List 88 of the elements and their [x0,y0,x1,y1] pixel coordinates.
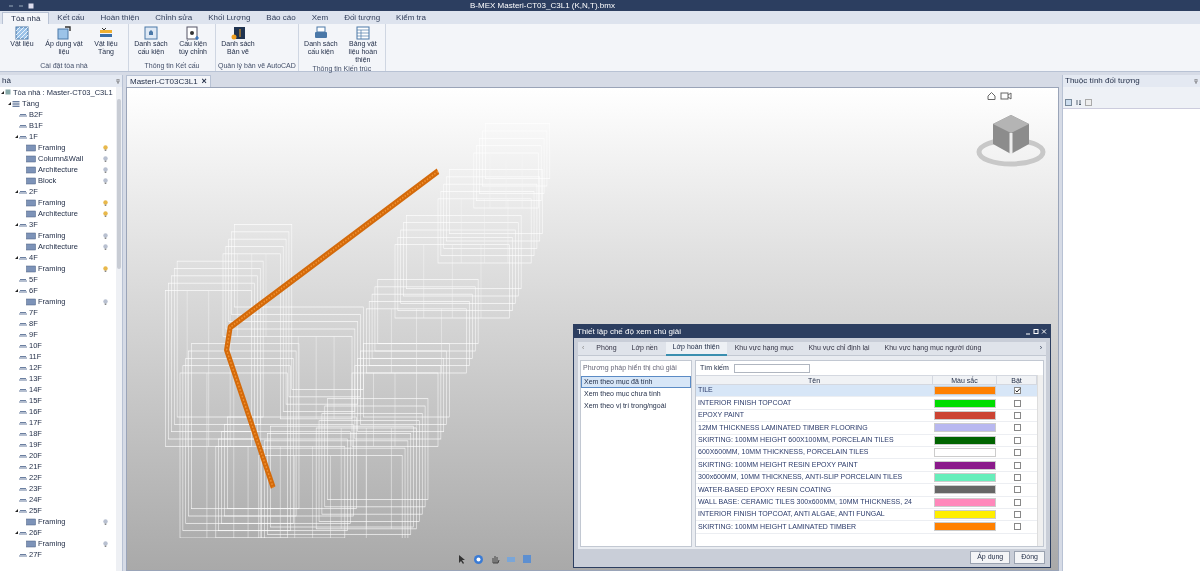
color-swatch[interactable] [934,410,996,420]
search-field[interactable] [733,363,810,373]
brush-icon [57,26,71,40]
ribbon-tab[interactable]: Xem [303,12,337,24]
ribbon-tab[interactable]: Đối tượng [336,12,389,24]
undo-icon[interactable] [8,2,14,9]
building-icon [5,88,11,97]
layer-icon [26,264,36,273]
ribbon-tab[interactable]: Chỉnh sửa [147,12,201,24]
ribbon-tab[interactable]: Tòa nhà [2,12,50,24]
expand-arrow-icon[interactable] [1,91,4,94]
dialog-title: Thiết lập chế độ xem chú giải [577,325,682,338]
color-swatch[interactable] [934,386,996,396]
checkbox[interactable] [1013,411,1021,419]
house-list-icon [144,26,158,40]
expand-arrow-icon[interactable] [15,531,18,534]
ribbon-tab[interactable]: Kiểm tra [388,12,434,24]
light-bulb-icon[interactable] [103,298,108,305]
floors-icon [12,99,20,108]
checkbox[interactable] [1013,511,1021,519]
color-swatch[interactable] [934,522,996,532]
scrollbar[interactable] [116,87,122,571]
3d-viewport[interactable] [126,87,1059,571]
window-title: B-MEX Masteri-CT03_C3L1 (K,N,T).bmx [470,0,615,11]
color-swatch[interactable] [934,435,996,445]
layer-icon [26,517,36,526]
light-bulb-icon[interactable] [103,518,108,525]
light-bulb-icon[interactable] [103,199,108,206]
expand-arrow-icon[interactable] [15,223,18,226]
light-bulb-icon[interactable] [103,166,108,173]
scrollbar[interactable] [1037,375,1043,546]
color-swatch[interactable] [934,448,996,458]
checkbox[interactable] [1013,449,1021,457]
checkbox[interactable] [1013,498,1021,506]
light-bulb-icon[interactable] [103,265,108,272]
layer-icon [26,539,36,548]
checkbox[interactable] [1013,436,1021,444]
expand-arrow-icon[interactable] [15,256,18,259]
expand-arrow-icon[interactable] [15,135,18,138]
home-icon[interactable] [987,91,996,100]
categorized-icon[interactable] [1065,99,1072,106]
checkbox[interactable] [1013,424,1021,432]
color-swatch[interactable] [934,423,996,433]
checkbox[interactable] [1013,473,1021,481]
ribbon-tab[interactable]: Kết cấu [49,12,93,24]
ribbon-tab[interactable]: Báo cáo [258,12,304,24]
light-bulb-icon[interactable] [103,243,108,250]
ribbon-tab[interactable]: Hoàn thiện [92,12,148,24]
save-icon[interactable] [28,2,34,9]
expand-arrow-icon[interactable] [15,509,18,512]
property-pages-icon[interactable] [1085,99,1092,106]
orbit-icon[interactable] [473,554,484,565]
expand-arrow-icon[interactable] [15,190,18,193]
light-bulb-icon[interactable] [103,210,108,217]
light-bulb-icon[interactable] [103,144,108,151]
hand-icon[interactable] [490,554,500,564]
close-button[interactable]: × [201,74,207,89]
light-bulb-icon[interactable] [103,232,108,239]
pointer-icon[interactable] [457,554,467,564]
checkbox[interactable] [1013,399,1021,407]
pin-icon[interactable] [1194,78,1198,84]
color-swatch[interactable] [934,460,996,470]
drawing-icon [231,26,245,40]
ribbon-tab[interactable]: Khối Lượng [200,12,259,24]
color-swatch[interactable] [934,497,996,507]
redo-icon[interactable] [18,2,24,9]
layers-icon [99,26,113,40]
expand-arrow-icon[interactable] [15,289,18,292]
layer-icon [26,297,36,306]
pin-icon[interactable] [116,78,120,84]
color-swatch[interactable] [934,472,996,482]
color-swatch[interactable] [934,510,996,520]
camera-icon[interactable] [1000,91,1012,100]
expand-arrow-icon[interactable] [8,102,11,105]
panel-title: Thuộc tính đối tượng [1065,75,1140,87]
document-tab[interactable]: Masteri-CT03C3L1 × [126,75,211,87]
light-bulb-icon[interactable] [103,540,108,547]
sort-icon[interactable] [1075,99,1082,106]
checkbox[interactable] [1013,523,1021,531]
window-controls-icon[interactable] [1025,328,1047,335]
light-bulb-icon[interactable] [103,177,108,184]
panel-title: hà [2,75,11,87]
color-swatch[interactable] [934,485,996,495]
color-swatch[interactable] [934,398,996,408]
light-bulb-icon[interactable] [103,155,108,162]
checkbox[interactable] [1013,387,1021,395]
checkbox[interactable] [1013,486,1021,494]
checkbox[interactable] [1013,461,1021,469]
